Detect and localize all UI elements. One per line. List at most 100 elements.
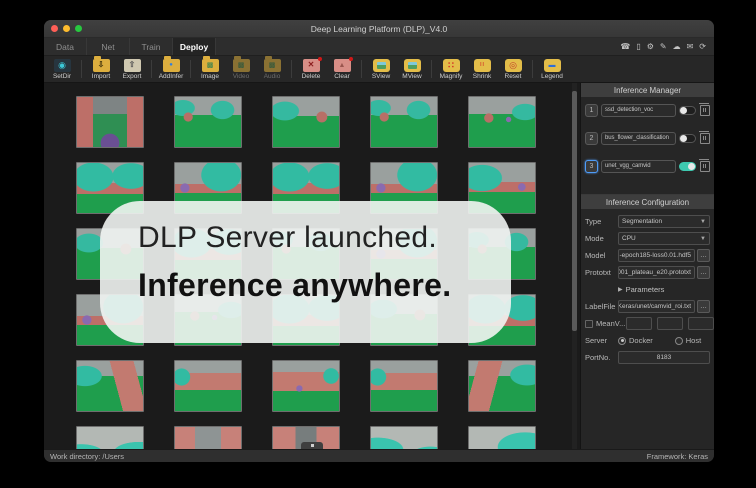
mail-icon[interactable]: ✉ [687, 42, 694, 51]
meanv-checkbox[interactable] [585, 319, 593, 328]
right-sidebar: Inference Manager 1 ssd_detection_voc 2 bus… [580, 83, 714, 449]
tab-net[interactable]: Net [87, 38, 130, 55]
type-select[interactable]: Segmentation ▼ [618, 215, 710, 228]
inference-item-toggle[interactable] [679, 105, 696, 115]
gear-icon[interactable]: ⚙ [647, 42, 654, 51]
server-radio-docker[interactable]: Docker [618, 336, 653, 345]
toolbar-export-button[interactable]: Export [118, 58, 146, 80]
toolbar-clear-button[interactable]: Clear [328, 56, 356, 80]
inference-item-toggle[interactable] [679, 133, 696, 143]
segmentation-thumbnail[interactable] [468, 360, 536, 412]
mode-select[interactable]: CPU ▼ [618, 232, 710, 245]
segmentation-thumbnail[interactable] [76, 426, 144, 449]
segmentation-thumbnail[interactable] [174, 426, 242, 449]
inference-item-name-field[interactable]: unet_vgg_camvid [601, 159, 676, 173]
server-radio-host[interactable]: Host [674, 336, 701, 345]
segmentation-thumbnail[interactable] [76, 360, 144, 412]
segmentation-thumbnail[interactable] [174, 96, 242, 148]
delete-icon [302, 56, 322, 72]
segmentation-thumbnail[interactable] [370, 96, 438, 148]
tab-deploy[interactable]: Deploy [173, 38, 216, 55]
toolbar-setdir-button[interactable]: SetDir [48, 58, 76, 80]
minimize-window-button[interactable] [63, 25, 70, 32]
work-directory-status: Work directory: /Users [50, 451, 125, 461]
chevron-down-icon: ▼ [700, 218, 706, 225]
toolbar-shrink-button[interactable]: Shrink [468, 58, 496, 80]
clear-icon [333, 56, 353, 72]
legend-icon [543, 58, 561, 72]
meanv-value-field[interactable] [626, 317, 652, 330]
phone-icon[interactable]: ☎ [620, 42, 630, 51]
labelfile-browse-button[interactable]: … [697, 300, 710, 313]
inference-configuration-form: Type Segmentation ▼ Mode CPU ▼ Model l-e… [581, 209, 714, 364]
grid-scrollbar[interactable] [572, 83, 577, 449]
segmentation-thumbnail[interactable] [272, 360, 340, 412]
toolbar-mview-button[interactable]: MView [398, 58, 426, 80]
type-label: Type [585, 217, 602, 226]
prototxt-browse-button[interactable]: … [697, 266, 710, 279]
export-icon [123, 58, 141, 72]
inference-item-toggle[interactable] [679, 161, 696, 171]
meanv-value-field[interactable] [688, 317, 714, 330]
inference-item-index-badge[interactable]: 3 [585, 159, 598, 173]
labelfile-path-value: rain/Keras/unet/camvid_roi.txt [618, 303, 691, 310]
video-icon [232, 55, 250, 72]
tab-bar: Data Net Train Deploy ☎ ▯ ⚙ ✎ ☁ ✉ ⟳ [44, 38, 714, 56]
grid-scroll-handle[interactable] [301, 442, 323, 449]
tab-train[interactable]: Train [130, 38, 173, 55]
audio-icon [263, 55, 281, 72]
toolbar-item-label: Video [232, 72, 250, 80]
segmentation-thumbnail[interactable] [76, 96, 144, 148]
parameters-expander[interactable]: ▶ Parameters [585, 283, 710, 296]
triangle-right-icon: ▶ [618, 287, 623, 293]
prototxt-path-field[interactable]: n_lr001_plateau_e20.prototxt [618, 266, 695, 279]
parameters-label: Parameters [625, 285, 665, 294]
inference-item-name-field[interactable]: ssd_detection_voc [601, 103, 676, 117]
trash-icon[interactable] [699, 130, 710, 144]
device-icon[interactable]: ▯ [636, 42, 640, 51]
setdir-icon [53, 58, 71, 72]
toolbar-image-button[interactable]: Image [196, 55, 224, 80]
model-path-field[interactable]: st_pil-epoch185-loss0.01.hdf5 [618, 249, 695, 262]
labelfile-path-field[interactable]: rain/Keras/unet/camvid_roi.txt [618, 300, 695, 313]
toolbar-legend-button[interactable]: Legend [538, 58, 566, 80]
segmentation-thumbnail[interactable] [468, 426, 536, 449]
toolbar-reset-button[interactable]: Reset [499, 58, 527, 80]
inference-manager-header: Inference Manager [581, 83, 714, 97]
toolbar-separator [532, 60, 533, 78]
segmentation-thumbnail[interactable] [468, 96, 536, 148]
notification-line1: DLP Server launched. [138, 221, 437, 254]
trash-icon[interactable] [699, 158, 710, 172]
toolbar-item-label: Import [91, 72, 111, 80]
tab-data[interactable]: Data [44, 38, 87, 55]
mview-icon [403, 58, 421, 72]
toolbar-item-label: Shrink [472, 72, 492, 80]
close-window-button[interactable] [51, 25, 58, 32]
toolbar-sview-button[interactable]: SView [367, 58, 395, 80]
inference-manager-list: 1 ssd_detection_voc 2 bus_flower_classifica… [581, 97, 714, 186]
model-browse-button[interactable]: … [697, 249, 710, 262]
grid-scrollbar-thumb[interactable] [572, 91, 577, 331]
portno-field[interactable]: 8183 [618, 351, 710, 364]
inference-item-name-field[interactable]: bus_flower_classification [601, 131, 676, 145]
inference-item-index-badge[interactable]: 1 [585, 103, 598, 117]
toolbar-item-label: AddInfer [158, 72, 184, 80]
segmentation-thumbnail[interactable] [370, 360, 438, 412]
meanv-value-field[interactable] [657, 317, 683, 330]
toolbar-addinfer-button[interactable]: AddInfer [157, 55, 185, 80]
toolbar-delete-button[interactable]: Delete [297, 56, 325, 80]
cloud-icon[interactable]: ☁ [673, 42, 681, 51]
toolbar-import-button[interactable]: Import [87, 55, 115, 80]
toolbar-separator [291, 60, 292, 78]
toolbar-item-label: SView [371, 72, 391, 80]
segmentation-thumbnail[interactable] [370, 426, 438, 449]
segmentation-thumbnail[interactable] [272, 96, 340, 148]
trash-icon[interactable] [699, 102, 710, 116]
inference-item-index-badge[interactable]: 2 [585, 131, 598, 145]
edit-icon[interactable]: ✎ [660, 42, 667, 51]
toolbar-magnify-button[interactable]: Magnify [437, 58, 465, 80]
maximize-window-button[interactable] [75, 25, 82, 32]
segmentation-thumbnail[interactable] [174, 360, 242, 412]
main-content: Inference Manager 1 ssd_detection_voc 2 bus… [44, 83, 714, 449]
sync-icon[interactable]: ⟳ [699, 42, 706, 51]
